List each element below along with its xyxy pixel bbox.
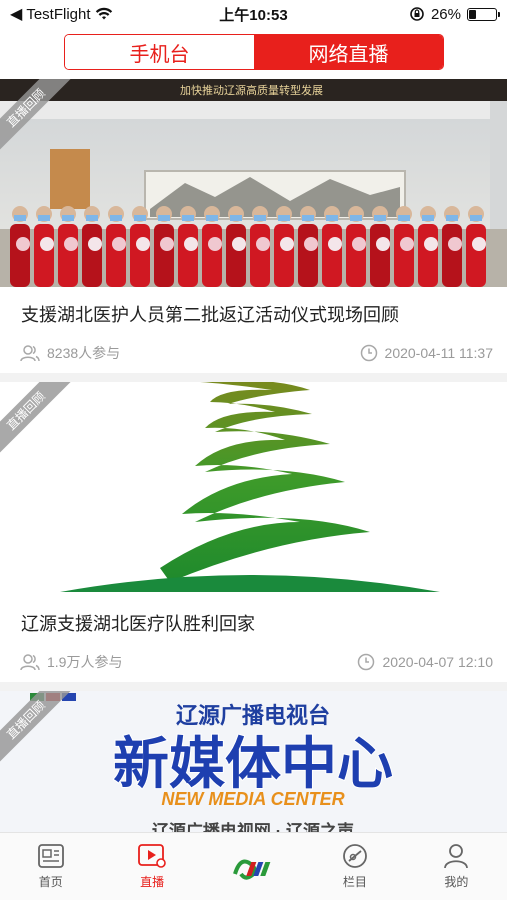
- tab-mobile-station[interactable]: 手机台: [65, 35, 254, 69]
- battery-icon: [466, 7, 500, 21]
- publish-time: 2020-04-07 12:10: [382, 654, 493, 670]
- card-title[interactable]: 辽源支援湖北医疗队胜利回家: [0, 596, 507, 642]
- news-icon: [37, 844, 64, 868]
- battery-level: [468, 9, 476, 19]
- feed-card[interactable]: 加快推动辽源高质量转型发展 直播回顾 支援湖北医护人员第二批返辽活动仪式现场回顾…: [0, 79, 507, 373]
- publish-time: 2020-04-11 11:37: [384, 345, 493, 361]
- orientation-lock-icon: [410, 7, 424, 21]
- ceremony-photo: 加快推动辽源高质量转型发展: [0, 79, 507, 287]
- feed-card[interactable]: 直播回顾 辽源支援湖北医疗队胜利回家 1.9万人参与 2020-04-07 12…: [0, 382, 507, 682]
- logo-en-text: NEW MEDIA CENTER: [161, 789, 344, 809]
- card-thumbnail[interactable]: 加快推动辽源高质量转型发展 直播回顾: [0, 79, 507, 287]
- card-meta: 1.9万人参与 2020-04-07 12:10: [0, 642, 507, 682]
- participant-count: 1.9万人参与: [47, 654, 123, 670]
- tab-live[interactable]: 直播: [101, 833, 202, 900]
- participants-icon: [20, 654, 40, 671]
- card-thumbnail[interactable]: 直播回顾: [0, 382, 507, 596]
- tab-brand[interactable]: [203, 833, 304, 900]
- tab-home-label: 首页: [38, 875, 63, 889]
- tab-live-label: 直播: [140, 875, 165, 889]
- tab-mine[interactable]: 我的: [406, 833, 507, 900]
- live-video-icon: [138, 844, 166, 868]
- card-title[interactable]: 支援湖北医护人员第二批返辽活动仪式现场回顾: [0, 287, 507, 333]
- brand-logo-icon: [232, 859, 270, 880]
- wifi-icon: [95, 7, 112, 20]
- battery-percent: 26%: [430, 5, 461, 23]
- participants-icon: [20, 345, 40, 362]
- new-media-center-logo: 辽源广播电视台 新媒体中心 NEW MEDIA CENTER 辽源广播电视网 ·…: [0, 691, 507, 832]
- tab-online-live[interactable]: 网络直播: [254, 35, 443, 69]
- banner-text: 加快推动辽源高质量转型发展: [180, 83, 323, 97]
- tab-mine-label: 我的: [444, 875, 469, 889]
- logo-main-text: 新媒体中心: [113, 732, 393, 795]
- logo-top-text: 辽源广播电视台: [176, 703, 330, 728]
- clock-icon: [358, 653, 375, 671]
- card-meta: 8238人参与 2020-04-11 11:37: [0, 333, 507, 373]
- clock: 上午10:53: [219, 6, 288, 24]
- feed-card[interactable]: 辽源广播电视台 新媒体中心 NEW MEDIA CENTER 辽源广播电视网 ·…: [0, 691, 507, 832]
- live-replay-feed: 加快推动辽源高质量转型发展 直播回顾 支援湖北医护人员第二批返辽活动仪式现场回顾…: [0, 79, 507, 832]
- participant-count: 8238人参与: [47, 345, 121, 361]
- logo-bottom-text: 辽源广播电视网 · 辽源之声: [152, 821, 354, 832]
- tab-home[interactable]: 首页: [0, 833, 101, 900]
- user-icon: [444, 844, 469, 869]
- tab-columns[interactable]: 栏目: [304, 833, 405, 900]
- tab-columns-label: 栏目: [342, 875, 367, 889]
- clock-icon: [360, 344, 377, 362]
- green-tree-logo: [60, 382, 440, 592]
- column-icon: [343, 844, 367, 868]
- card-thumbnail[interactable]: 辽源广播电视台 新媒体中心 NEW MEDIA CENTER 辽源广播电视网 ·…: [0, 691, 507, 832]
- bottom-tab-bar: 首页 直播 栏目 我的: [0, 832, 507, 900]
- back-arrow-icon[interactable]: ◀: [10, 4, 22, 24]
- status-bar: ◀ TestFlight 上午10:53 26%: [0, 0, 507, 28]
- back-to-app-label[interactable]: TestFlight: [26, 6, 90, 23]
- live-channel-segment: 手机台 网络直播: [64, 34, 444, 70]
